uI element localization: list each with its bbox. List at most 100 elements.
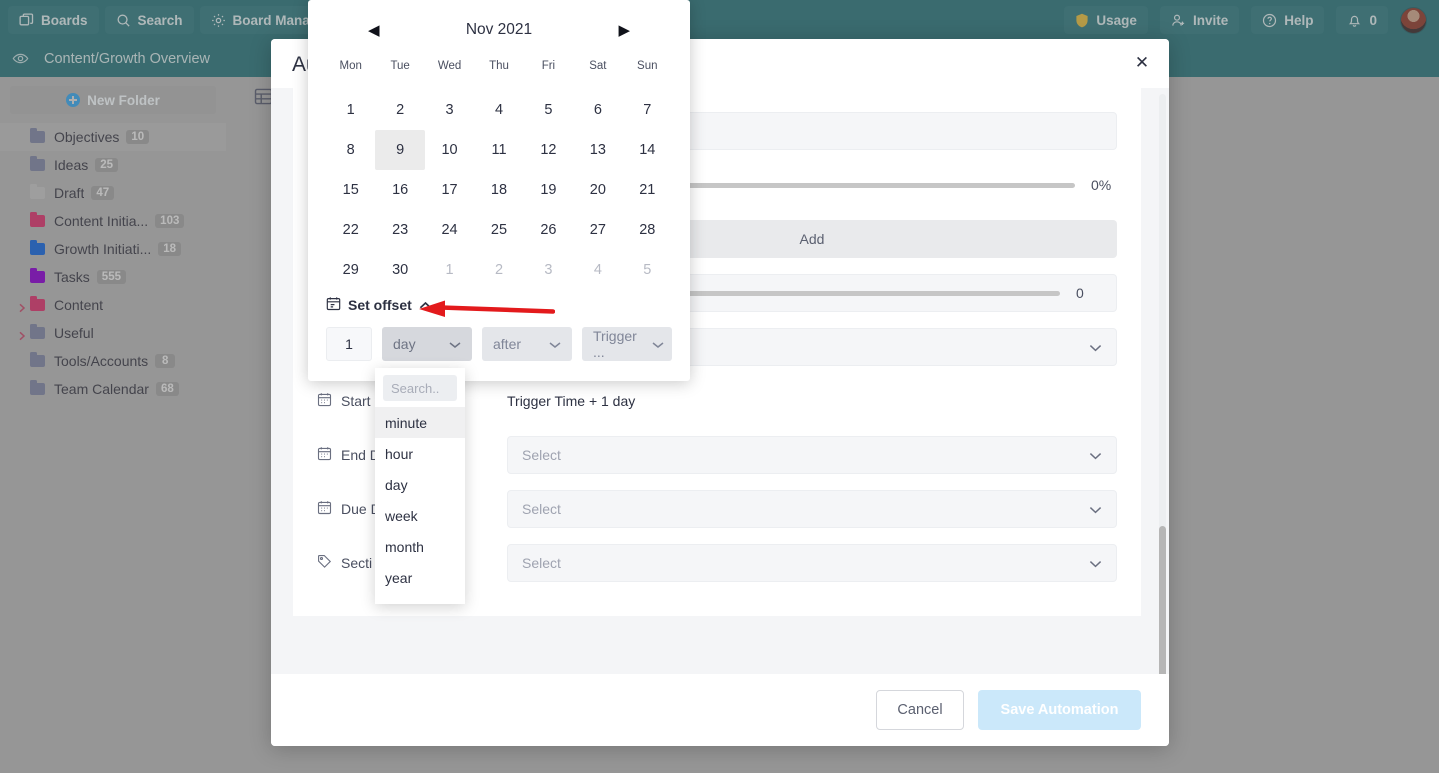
unit-search-input[interactable]: Search..	[383, 375, 457, 401]
calendar-day-cell[interactable]: 20	[573, 170, 622, 210]
date-picker-popover: ◀ Nov 2021 ▶ Mon Tue Wed Thu Fri Sat Sun 12345…	[308, 0, 690, 381]
calendar-day-cell[interactable]: 15	[326, 170, 375, 210]
calendar-day-cell[interactable]: 4	[474, 90, 523, 130]
unit-options-list: minute hour day week month year	[375, 407, 465, 593]
form-row-control: Trigger Time + 1 day	[507, 393, 1117, 409]
calendar-weekday: Wed	[437, 60, 462, 72]
unit-options-dropdown: Search.. minute hour day week month year	[375, 368, 465, 604]
offset-amount-input[interactable]: 1	[326, 327, 372, 361]
next-month-icon[interactable]: ▶	[618, 23, 630, 38]
calendar-day-cell[interactable]: 30	[375, 250, 424, 290]
select-value: Select	[522, 555, 561, 571]
form-row-control: Select	[507, 490, 1117, 528]
calendar-day-cell[interactable]: 3	[425, 90, 474, 130]
offset-unit-select[interactable]: day	[382, 327, 472, 361]
calendar-day-cell[interactable]: 27	[573, 210, 622, 250]
form-label-text: Secti	[341, 555, 373, 571]
calendar-offset-icon	[326, 296, 341, 314]
calendar-day-cell[interactable]: 29	[326, 250, 375, 290]
offset-anchor-value: Trigger ...	[593, 328, 637, 360]
form-row-control: Select	[507, 436, 1117, 474]
unit-option-week[interactable]: week	[375, 500, 465, 531]
calendar-weekday: Sun	[637, 60, 658, 72]
offset-anchor-select[interactable]: Trigger ...	[582, 327, 672, 361]
prev-month-icon[interactable]: ◀	[368, 23, 380, 38]
calendar-day-cell[interactable]: 24	[425, 210, 474, 250]
select-value: Select	[522, 501, 561, 517]
select-dropdown[interactable]: Select	[507, 544, 1117, 582]
unit-option-minute[interactable]: minute	[375, 407, 465, 438]
calendar-weekday: Tue	[390, 60, 410, 72]
unit-option-month[interactable]: month	[375, 531, 465, 562]
calendar-day-cell[interactable]: 8	[326, 130, 375, 170]
calendar-day-cell[interactable]: 14	[623, 130, 672, 170]
calendar-day-cell[interactable]: 13	[573, 130, 622, 170]
chevron-down-icon	[652, 336, 664, 352]
unit-option-year[interactable]: year	[375, 562, 465, 593]
calendar-day-cell[interactable]: 5	[524, 90, 573, 130]
calendar-day-cell[interactable]: 22	[326, 210, 375, 250]
modal-footer: Cancel Save Automation	[271, 674, 1169, 746]
calendar-day-cell[interactable]: 26	[524, 210, 573, 250]
calendar-day-cell[interactable]: 2	[474, 250, 523, 290]
calendar-day-cell[interactable]: 23	[375, 210, 424, 250]
calendar-day-cell[interactable]: 21	[623, 170, 672, 210]
chevron-down-icon	[549, 336, 561, 352]
select-dropdown[interactable]: Select	[507, 436, 1117, 474]
calendar-day-cell[interactable]: 17	[425, 170, 474, 210]
unit-option-hour[interactable]: hour	[375, 438, 465, 469]
calendar-day-cell[interactable]: 6	[573, 90, 622, 130]
calendar-month-label: Nov 2021	[465, 21, 533, 38]
chevron-down-icon	[449, 336, 461, 352]
scrollbar-thumb[interactable]	[1159, 526, 1166, 674]
select-dropdown[interactable]: Select	[507, 490, 1117, 528]
calendar-weekday-row: Mon Tue Wed Thu Fri Sat Sun	[326, 54, 672, 82]
chevron-down-icon	[1089, 555, 1102, 571]
calendar-header: ◀ Nov 2021 ▶	[326, 14, 672, 46]
cancel-button[interactable]: Cancel	[876, 690, 964, 730]
static-value: Trigger Time + 1 day	[507, 393, 636, 409]
calendar-day-cell[interactable]: 5	[623, 250, 672, 290]
calendar-weekday: Sat	[589, 60, 607, 72]
offset-direction-value: after	[493, 336, 522, 352]
calendar-icon	[317, 500, 332, 518]
calendar-day-cell[interactable]: 7	[623, 90, 672, 130]
calendar-day-cell[interactable]: 2	[375, 90, 424, 130]
calendar-icon	[317, 392, 332, 410]
unit-option-day[interactable]: day	[375, 469, 465, 500]
calendar-day-cell[interactable]: 1	[425, 250, 474, 290]
slider-value: 0	[1076, 285, 1084, 301]
calendar-day-cell[interactable]: 9	[375, 130, 425, 170]
chevron-down-icon	[1089, 339, 1102, 355]
select-value: Select	[522, 447, 561, 463]
calendar-day-cell[interactable]: 3	[524, 250, 573, 290]
slider-value: 0%	[1091, 177, 1112, 193]
calendar-icon	[317, 446, 332, 464]
offset-unit-value: day	[393, 336, 416, 352]
calendar-day-cell[interactable]: 19	[524, 170, 573, 210]
calendar-day-cell[interactable]: 11	[474, 130, 523, 170]
offset-controls-row: 1 day after Trigger ...	[326, 327, 672, 361]
close-icon[interactable]: ✕	[1129, 50, 1155, 76]
calendar-day-cell[interactable]: 25	[474, 210, 523, 250]
chevron-down-icon	[1089, 447, 1102, 463]
calendar-day-cell[interactable]: 16	[375, 170, 424, 210]
calendar-day-cell[interactable]: 4	[573, 250, 622, 290]
calendar-day-cell[interactable]: 1	[326, 90, 375, 130]
calendar-day-cell[interactable]: 12	[524, 130, 573, 170]
offset-direction-select[interactable]: after	[482, 327, 572, 361]
calendar-weekday: Fri	[541, 60, 556, 72]
calendar-day-cell[interactable]: 18	[474, 170, 523, 210]
tag-icon	[317, 554, 332, 572]
form-label-text: Start	[341, 393, 371, 409]
set-offset-label: Set offset	[348, 297, 412, 313]
calendar-day-cell[interactable]: 28	[623, 210, 672, 250]
calendar-day-cell[interactable]: 10	[425, 130, 474, 170]
form-row-control: Select	[507, 544, 1117, 582]
calendar-weekday: Thu	[489, 60, 509, 72]
calendar-weekday: Mon	[339, 60, 362, 72]
save-automation-button[interactable]: Save Automation	[978, 690, 1141, 730]
unit-search-wrap: Search..	[375, 368, 465, 407]
red-arrow-annotation	[415, 298, 556, 322]
app-root: Boards Search Board Manager Usage Invite…	[0, 0, 1439, 773]
